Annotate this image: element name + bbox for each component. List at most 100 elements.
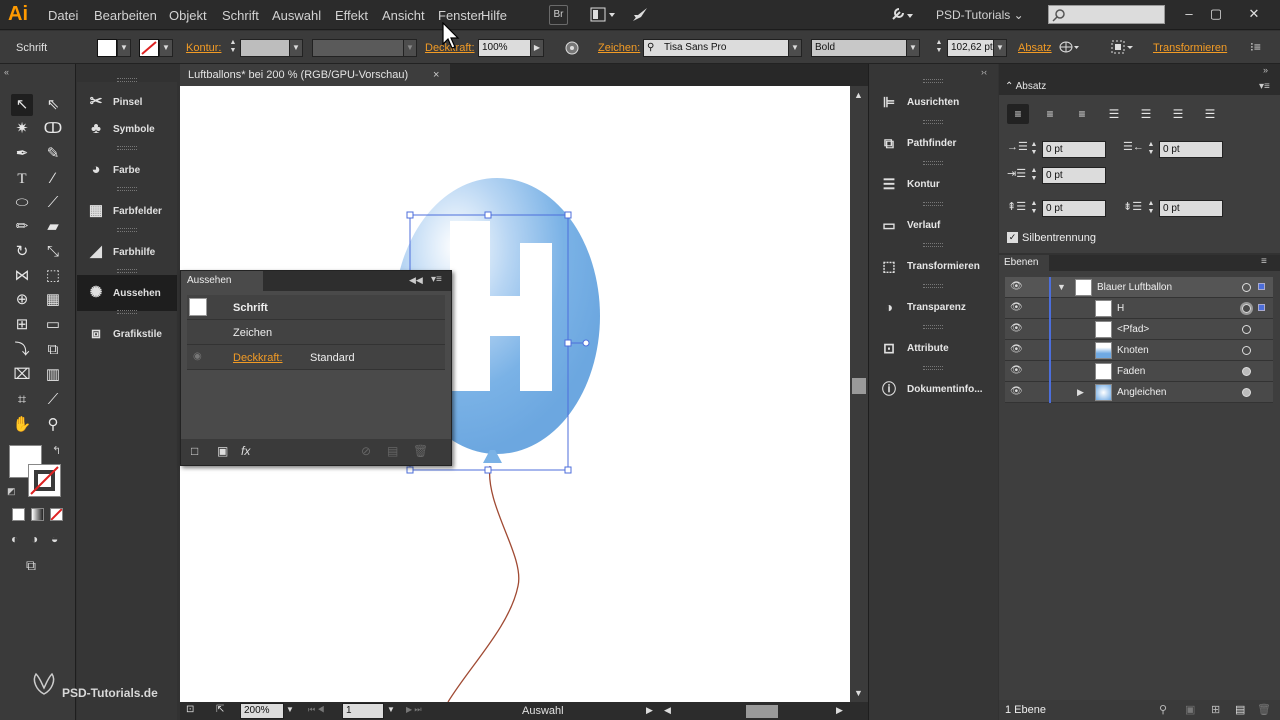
none-mode-button[interactable] <box>50 508 63 521</box>
justify-center-button[interactable]: ☰ <box>1135 104 1157 124</box>
stroke-dropdown[interactable]: ▼ <box>159 39 173 57</box>
gradient-mode-button[interactable] <box>31 508 44 521</box>
zoom-tool[interactable]: ⚲ <box>42 414 64 436</box>
zoom-dropdown-icon[interactable]: ▼ <box>286 705 294 714</box>
eye-icon[interactable]: 👁 <box>1010 323 1023 334</box>
workspace-switcher[interactable]: PSD-Tutorials ⌄ <box>936 8 1024 22</box>
align-center-button[interactable]: ≡ <box>1039 104 1061 124</box>
align-objects-button[interactable] <box>1110 39 1134 57</box>
fill-swatch[interactable] <box>97 39 117 57</box>
bridge-button[interactable]: Br <box>549 5 568 25</box>
dock-grip[interactable] <box>117 228 137 232</box>
pencil-tool[interactable]: ✏ <box>11 216 33 238</box>
font-family-input[interactable]: ⚲ Tisa Sans Pro <box>643 39 789 57</box>
tool-info-arrow-icon[interactable]: ▶ <box>646 705 653 716</box>
gpu-performance-button[interactable] <box>630 6 650 24</box>
vertical-scrollbar[interactable]: ▲ ▼ <box>850 86 868 702</box>
hand-tool[interactable]: ✋ <box>11 414 33 436</box>
duplicate-icon[interactable]: ▤ <box>387 444 398 458</box>
dock-farbe[interactable]: ◕ Farbe <box>77 152 177 188</box>
panel-menu-icon[interactable]: ▾≡ <box>431 274 442 285</box>
dock-symbole[interactable]: ♣ Symbole <box>77 111 177 147</box>
space-after-input[interactable]: 0 pt <box>1159 200 1223 217</box>
layer-row-pfad[interactable]: 👁 <Pfad> <box>1005 319 1273 340</box>
space-before-spinner[interactable]: ▲ ▼ <box>1029 200 1039 217</box>
opacity-input[interactable]: 100% <box>478 39 531 57</box>
menu-hilfe[interactable]: Hilfe <box>481 8 507 23</box>
dock-grip[interactable] <box>923 243 943 247</box>
rotate-tool[interactable]: ↻ <box>11 241 33 263</box>
dock-pathfinder[interactable]: ⧉ Pathfinder <box>869 125 999 161</box>
dock-kontur[interactable]: ☰ Kontur <box>869 166 999 202</box>
profile-dropdown[interactable]: ▼ <box>403 39 417 57</box>
zeichen-link[interactable]: Zeichen: <box>598 42 640 54</box>
space-after-spinner[interactable]: ▲ ▼ <box>1146 200 1156 217</box>
zoom-input[interactable]: 200% <box>240 703 284 719</box>
new-sublayer-icon[interactable]: ⊞ <box>1211 700 1220 720</box>
menu-auswahl[interactable]: Auswahl <box>272 8 321 23</box>
artboard-nav-icon[interactable]: ⊡ <box>186 704 194 715</box>
panel-menu-icon[interactable]: ≡ <box>1261 256 1267 267</box>
align-right-button[interactable]: ≡ <box>1071 104 1093 124</box>
dock-farbhilfe[interactable]: ◢ Farbhilfe <box>77 234 177 270</box>
target-icon[interactable] <box>1242 388 1251 397</box>
artboard-dropdown-icon[interactable]: ▼ <box>387 705 395 714</box>
font-style-dropdown[interactable]: ▼ <box>906 39 920 57</box>
transformieren-link[interactable]: Transformieren <box>1153 42 1227 54</box>
document-tab[interactable]: Luftballons* bei 200 % (RGB/GPU-Vorschau… <box>180 64 450 86</box>
space-before-input[interactable]: 0 pt <box>1042 200 1106 217</box>
target-icon[interactable] <box>1242 283 1251 292</box>
clear-appearance-icon[interactable]: ⊘ <box>361 444 371 458</box>
default-colors-icon[interactable]: ◩ <box>7 486 16 497</box>
lasso-tool[interactable]: ↀ <box>42 118 64 140</box>
stroke-color-box[interactable] <box>28 464 61 497</box>
eye-icon[interactable]: ◉ <box>193 351 202 362</box>
collapse-icon[interactable]: « <box>4 67 9 77</box>
scroll-left-icon[interactable]: ◀ <box>664 705 671 716</box>
eraser-tool[interactable]: ▰ <box>42 216 64 238</box>
dock-grip[interactable] <box>923 366 943 370</box>
curvature-tool[interactable]: ✎ <box>42 143 64 165</box>
dock-verlauf[interactable]: ▭ Verlauf <box>869 207 999 243</box>
blend-tool[interactable]: ⧉ <box>42 339 64 361</box>
layer-row-faden[interactable]: 👁 Faden <box>1005 361 1273 382</box>
stroke-weight-spinner[interactable]: ▲ ▼ <box>228 39 238 56</box>
justify-right-button[interactable]: ☰ <box>1167 104 1189 124</box>
appearance-row-schrift[interactable]: Schrift <box>187 295 445 320</box>
eye-icon[interactable]: 👁 <box>1010 281 1023 292</box>
menu-schrift[interactable]: Schrift <box>222 8 259 23</box>
fill-dropdown[interactable]: ▼ <box>117 39 131 57</box>
mesh-tool[interactable]: ⊞ <box>11 314 33 336</box>
type-tool[interactable]: T <box>11 168 33 190</box>
draw-normal-icon[interactable]: ◐ <box>11 532 18 546</box>
add-stroke-icon[interactable]: □ <box>191 444 198 458</box>
h-scroll-thumb[interactable] <box>746 705 778 718</box>
target-icon[interactable] <box>1242 325 1251 334</box>
dock-grip[interactable] <box>117 187 137 191</box>
kontur-link[interactable]: Kontur: <box>186 42 221 54</box>
dock-grip[interactable] <box>117 310 137 314</box>
appearance-tab[interactable]: Aussehen <box>181 271 263 291</box>
shape-builder-tool[interactable]: ⊕ <box>11 289 33 311</box>
first-line-indent-input[interactable]: 0 pt <box>1042 167 1106 184</box>
first-line-spinner[interactable]: ▲ ▼ <box>1029 167 1039 184</box>
font-family-dropdown[interactable]: ▼ <box>788 39 802 57</box>
ellipse-tool[interactable]: ⬭ <box>11 192 33 214</box>
draw-inside-icon[interactable]: ◒ <box>51 532 58 546</box>
width-tool[interactable]: ⋈ <box>11 265 33 287</box>
menu-effekt[interactable]: Effekt <box>335 8 368 23</box>
maximize-button[interactable]: ▢ <box>1205 5 1227 23</box>
scale-tool[interactable]: ⤡ <box>42 241 64 263</box>
target-icon[interactable] <box>1242 304 1251 313</box>
collapse-icon[interactable]: ◀◀ <box>409 275 423 286</box>
font-size-input[interactable]: 102,62 pt <box>947 39 994 57</box>
slice-tool[interactable]: ⟋ <box>42 389 64 411</box>
align-left-button[interactable]: ≡ <box>1007 104 1029 124</box>
dock-farbfelder[interactable]: ▦ Farbfelder <box>77 193 177 229</box>
font-size-spinner[interactable]: ▲ ▼ <box>934 39 944 56</box>
screen-mode-icon[interactable]: ⧉ <box>26 557 36 574</box>
dock-grip[interactable] <box>923 325 943 329</box>
eye-icon[interactable]: 👁 <box>1010 365 1023 376</box>
dock-grip[interactable] <box>923 202 943 206</box>
dock-transparenz[interactable]: ◑ Transparenz <box>869 289 999 325</box>
